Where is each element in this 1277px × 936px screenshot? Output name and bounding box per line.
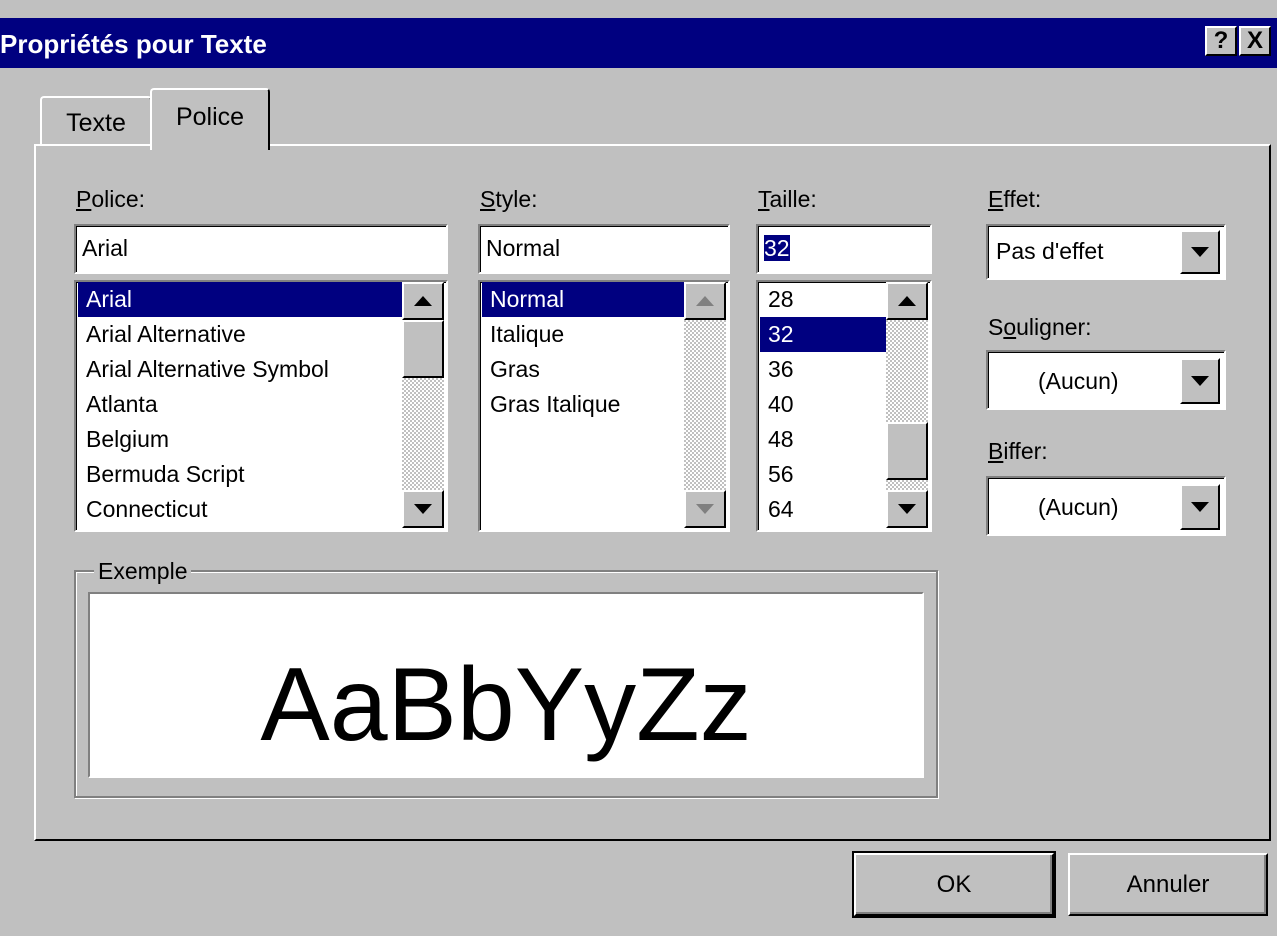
size-value-wrap: 32 — [758, 226, 930, 270]
tab-texte[interactable]: Texte — [40, 96, 152, 146]
size-list-item[interactable]: 32 — [760, 317, 886, 352]
font-list[interactable]: Arial Arial Alternative Arial Alternative … — [74, 280, 448, 532]
effect-value: Pas d'effet — [996, 238, 1104, 264]
arrow-down-icon — [696, 504, 714, 514]
arrow-down-icon — [898, 504, 916, 514]
strike-label: Biffer: — [988, 438, 1048, 464]
font-scroll-up-button[interactable] — [402, 282, 444, 320]
window-title: Propriétés pour Texte — [0, 29, 267, 59]
size-input[interactable]: 32 — [756, 224, 932, 274]
arrow-up-icon — [414, 296, 432, 306]
size-scroll-up-button[interactable] — [886, 282, 928, 320]
sample-legend: Exemple — [94, 556, 192, 586]
sample-text: AaBbYyZz — [260, 646, 752, 763]
close-button[interactable]: X — [1239, 26, 1271, 56]
arrow-up-icon — [696, 296, 714, 306]
strike-dropdown[interactable]: (Aucun) — [986, 476, 1226, 536]
help-button[interactable]: ? — [1205, 26, 1237, 56]
style-list-item[interactable]: Gras Italique — [482, 387, 684, 422]
style-list[interactable]: Normal Italique Gras Gras Italique — [478, 280, 730, 532]
underline-dropdown[interactable]: (Aucun) — [986, 350, 1226, 410]
effect-dropdown-button[interactable] — [1180, 230, 1220, 274]
tab-police[interactable]: Police — [150, 88, 270, 150]
arrow-up-icon — [898, 296, 916, 306]
size-scroll-thumb[interactable] — [886, 422, 928, 480]
strike-value: (Aucun) — [1038, 494, 1119, 520]
chevron-down-icon — [1191, 376, 1209, 386]
size-label: Taille: — [758, 186, 817, 212]
style-input[interactable]: Normal — [478, 224, 730, 274]
cancel-button[interactable]: Annuler — [1068, 853, 1268, 916]
size-list-item[interactable]: 56 — [760, 457, 886, 492]
size-list-item[interactable]: 40 — [760, 387, 886, 422]
chevron-down-icon — [1191, 502, 1209, 512]
style-list-item[interactable]: Italique — [482, 317, 684, 352]
font-list-item[interactable]: Atlanta — [78, 387, 402, 422]
strike-dropdown-button[interactable] — [1180, 484, 1220, 530]
font-list-item[interactable]: Connecticut — [78, 492, 402, 527]
style-label: Style: — [480, 186, 538, 212]
style-scroll-up-button[interactable] — [684, 282, 726, 320]
arrow-down-icon — [414, 504, 432, 514]
font-list-item[interactable]: Belgium — [78, 422, 402, 457]
sample-preview: AaBbYyZz — [88, 592, 924, 778]
style-list-item[interactable]: Normal — [482, 282, 684, 317]
effect-label: Effet: — [988, 186, 1042, 212]
size-list-item[interactable]: 48 — [760, 422, 886, 457]
size-scroll-down-button[interactable] — [886, 490, 928, 528]
size-value: 32 — [764, 235, 790, 261]
size-list-item[interactable]: 64 — [760, 492, 886, 527]
font-name-input[interactable]: Arial — [74, 224, 448, 274]
font-scroll-down-button[interactable] — [402, 490, 444, 528]
underline-dropdown-button[interactable] — [1180, 358, 1220, 404]
font-list-item[interactable]: Arial Alternative Symbol — [78, 352, 402, 387]
style-list-item[interactable]: Gras — [482, 352, 684, 387]
size-list-item[interactable]: 36 — [760, 352, 886, 387]
underline-label: Souligner: — [988, 314, 1092, 340]
font-scroll-thumb[interactable] — [402, 320, 444, 378]
effect-dropdown[interactable]: Pas d'effet — [986, 224, 1226, 280]
font-list-item[interactable]: Arial — [78, 282, 402, 317]
font-list-item[interactable]: Arial Alternative — [78, 317, 402, 352]
style-value: Normal — [486, 235, 561, 261]
font-list-item[interactable]: Bermuda Script — [78, 457, 402, 492]
style-scroll-down-button[interactable] — [684, 490, 726, 528]
font-name-value: Arial — [82, 235, 129, 261]
chevron-down-icon — [1191, 247, 1209, 257]
size-list[interactable]: 28 32 36 40 48 56 64 — [756, 280, 932, 532]
font-label: Police: — [76, 186, 146, 212]
size-list-item[interactable]: 28 — [760, 282, 886, 317]
underline-value: (Aucun) — [1038, 368, 1119, 394]
ok-button[interactable]: OK — [852, 851, 1056, 918]
